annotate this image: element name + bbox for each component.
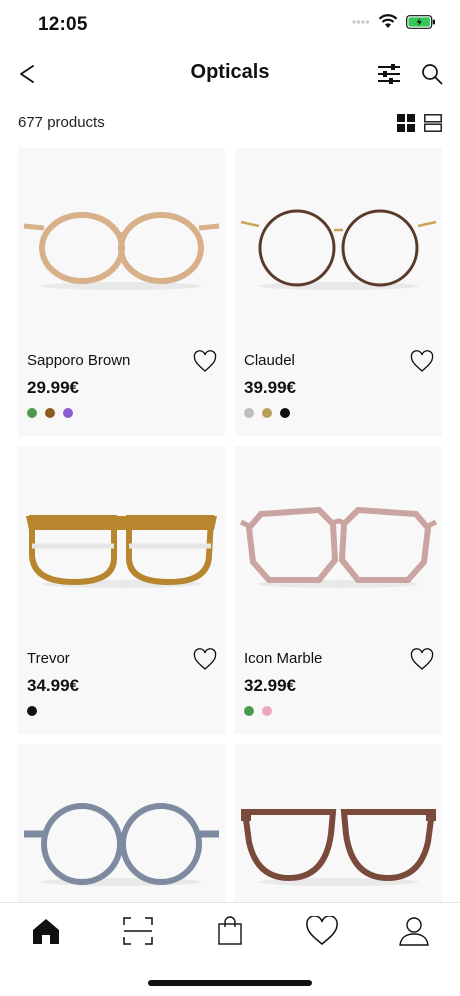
status-time: 12:05 xyxy=(38,14,88,35)
glasses-image xyxy=(240,209,437,290)
color-swatches xyxy=(244,408,290,418)
nav-favorites[interactable] xyxy=(304,913,340,949)
glasses-image xyxy=(241,809,436,886)
heart-outline-icon xyxy=(193,350,217,372)
profile-icon xyxy=(399,917,429,946)
filter-button[interactable] xyxy=(374,60,404,88)
product-card[interactable] xyxy=(235,744,442,902)
nav-scan[interactable] xyxy=(120,913,156,949)
color-swatch[interactable] xyxy=(45,408,55,418)
favorite-button[interactable] xyxy=(193,350,217,374)
product-name: Sapporo Brown xyxy=(27,352,131,369)
heart-outline-icon xyxy=(410,350,434,372)
status-bar: 12:05 xyxy=(0,0,460,50)
color-swatches xyxy=(27,408,73,418)
list-view-toggle[interactable] xyxy=(424,114,444,134)
product-count: 677 products xyxy=(18,114,105,131)
grid-view-icon xyxy=(397,114,415,132)
color-swatch[interactable] xyxy=(63,408,73,418)
nav-profile[interactable] xyxy=(396,913,432,949)
signal-icon xyxy=(352,19,370,24)
favorite-button[interactable] xyxy=(410,350,434,374)
filter-sliders-icon xyxy=(378,64,400,84)
color-swatch[interactable] xyxy=(280,408,290,418)
color-swatch[interactable] xyxy=(244,408,254,418)
scan-icon xyxy=(123,917,153,945)
product-price: 32.99€ xyxy=(244,676,296,695)
search-button[interactable] xyxy=(418,60,446,88)
heart-outline-icon xyxy=(410,648,434,670)
color-swatches xyxy=(244,706,272,716)
nav-home[interactable] xyxy=(28,913,64,949)
list-view-icon xyxy=(424,114,442,132)
favorite-button[interactable] xyxy=(410,648,434,672)
color-swatches xyxy=(27,706,37,716)
header: Opticals xyxy=(0,50,460,98)
home-icon xyxy=(33,919,59,944)
product-price: 29.99€ xyxy=(27,378,79,397)
heart-icon xyxy=(306,916,338,945)
glasses-image xyxy=(239,506,438,588)
status-icons xyxy=(352,14,436,29)
wifi-icon xyxy=(378,14,398,28)
color-swatch[interactable] xyxy=(27,706,37,716)
color-swatch[interactable] xyxy=(244,706,254,716)
product-card[interactable] xyxy=(18,744,225,902)
product-price: 34.99€ xyxy=(27,676,79,695)
favorite-button[interactable] xyxy=(193,648,217,672)
grid-view-toggle[interactable] xyxy=(397,114,417,134)
glasses-image xyxy=(24,803,219,886)
product-card[interactable]: Icon Marble 32.99€ xyxy=(235,446,442,734)
battery-icon xyxy=(406,14,435,29)
nav-bag[interactable] xyxy=(212,913,248,949)
product-card[interactable]: Claudel 39.99€ xyxy=(235,148,442,436)
shopping-bag-icon xyxy=(218,916,242,945)
product-card[interactable]: Trevor 34.99€ xyxy=(18,446,225,734)
product-price: 39.99€ xyxy=(244,378,296,397)
product-grid: Sapporo Brown 29.99€ Claudel 39.99€ Trev… xyxy=(18,148,442,902)
results-bar: 677 products xyxy=(0,110,460,138)
color-swatch[interactable] xyxy=(27,408,37,418)
color-swatch[interactable] xyxy=(262,706,272,716)
search-icon xyxy=(422,64,443,85)
product-name: Icon Marble xyxy=(244,650,323,667)
glasses-image xyxy=(23,212,220,290)
home-indicator xyxy=(148,980,312,986)
product-name: Trevor xyxy=(27,650,70,667)
color-swatch[interactable] xyxy=(262,408,272,418)
heart-outline-icon xyxy=(193,648,217,670)
glasses-image xyxy=(26,515,217,588)
product-name: Claudel xyxy=(244,352,295,369)
product-card[interactable]: Sapporo Brown 29.99€ xyxy=(18,148,225,436)
